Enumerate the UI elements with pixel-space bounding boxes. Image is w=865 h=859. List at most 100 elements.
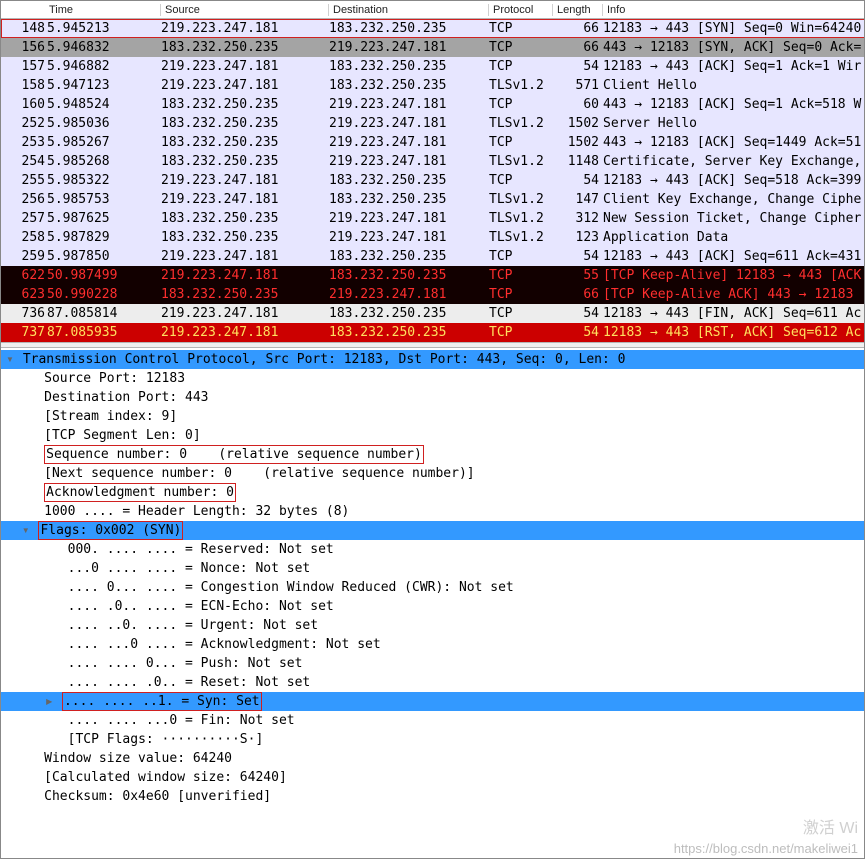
field-hdrlen[interactable]: 1000 .... = Header Length: 32 bytes (8) bbox=[1, 502, 865, 521]
cell-time: 5.945213 bbox=[47, 19, 161, 38]
flag-ack[interactable]: .... ...0 .... = Acknowledgment: Not set bbox=[1, 635, 865, 654]
packet-row[interactable]: 73687.085814219.223.247.181183.232.250.2… bbox=[1, 304, 865, 323]
col-len[interactable]: Length bbox=[553, 4, 603, 16]
flag-syn[interactable]: .... .... ..1. = Syn: Set bbox=[1, 692, 865, 711]
col-proto[interactable]: Protocol bbox=[489, 4, 553, 16]
cell-no: 622 bbox=[13, 266, 47, 285]
cell-time: 5.985267 bbox=[47, 133, 161, 152]
cell-no: 623 bbox=[13, 285, 47, 304]
col-source[interactable]: Source bbox=[161, 4, 329, 16]
cell-info: 12183 → 443 [ACK] Seq=611 Ack=431 bbox=[603, 247, 865, 266]
field-calcwin[interactable]: [Calculated window size: 64240] bbox=[1, 768, 865, 787]
col-info[interactable]: Info bbox=[603, 4, 865, 16]
packet-row[interactable]: 1485.945213219.223.247.181183.232.250.23… bbox=[1, 19, 865, 38]
cell-protocol: TCP bbox=[489, 266, 553, 285]
field-checksum[interactable]: Checksum: 0x4e60 [unverified] bbox=[1, 787, 865, 806]
packet-row[interactable]: 2595.987850219.223.247.181183.232.250.23… bbox=[1, 247, 865, 266]
cell-length: 55 bbox=[553, 266, 603, 285]
cell-destination: 219.223.247.181 bbox=[329, 285, 489, 304]
cell-info: Server Hello bbox=[603, 114, 865, 133]
cell-source: 183.232.250.235 bbox=[161, 114, 329, 133]
flags-root[interactable]: Flags: 0x002 (SYN) bbox=[1, 521, 865, 540]
cell-destination: 183.232.250.235 bbox=[329, 57, 489, 76]
packet-row[interactable]: 2565.985753219.223.247.181183.232.250.23… bbox=[1, 190, 865, 209]
cell-info: Certificate, Server Key Exchange, bbox=[603, 152, 865, 171]
packet-row[interactable]: 2575.987625183.232.250.235219.223.247.18… bbox=[1, 209, 865, 228]
cell-protocol: TLSv1.2 bbox=[489, 76, 553, 95]
cell-destination: 219.223.247.181 bbox=[329, 133, 489, 152]
cell-no: 258 bbox=[13, 228, 47, 247]
packet-list-header[interactable]: Time Source Destination Protocol Length … bbox=[1, 1, 865, 19]
packet-row[interactable]: 2585.987829183.232.250.235219.223.247.18… bbox=[1, 228, 865, 247]
cell-source: 219.223.247.181 bbox=[161, 171, 329, 190]
flag-ecn[interactable]: .... .0.. .... = ECN-Echo: Not set bbox=[1, 597, 865, 616]
cell-length: 54 bbox=[553, 304, 603, 323]
packet-row[interactable]: 2525.985036183.232.250.235219.223.247.18… bbox=[1, 114, 865, 133]
cell-info: 443 → 12183 [SYN, ACK] Seq=0 Ack= bbox=[603, 38, 865, 57]
flag-cwr[interactable]: .... 0... .... = Congestion Window Reduc… bbox=[1, 578, 865, 597]
cell-info: 12183 → 443 [SYN] Seq=0 Win=64240 bbox=[603, 19, 865, 38]
cell-destination: 219.223.247.181 bbox=[329, 114, 489, 133]
packet-row[interactable]: 2535.985267183.232.250.235219.223.247.18… bbox=[1, 133, 865, 152]
packet-row[interactable]: 62250.987499219.223.247.181183.232.250.2… bbox=[1, 266, 865, 285]
flag-fin[interactable]: .... .... ...0 = Fin: Not set bbox=[1, 711, 865, 730]
packet-row[interactable]: 1585.947123219.223.247.181183.232.250.23… bbox=[1, 76, 865, 95]
cell-time: 5.985322 bbox=[47, 171, 161, 190]
cell-time: 50.990228 bbox=[47, 285, 161, 304]
packet-row[interactable]: 2555.985322219.223.247.181183.232.250.23… bbox=[1, 171, 865, 190]
cell-info: 12183 → 443 [FIN, ACK] Seq=611 Ac bbox=[603, 304, 865, 323]
cell-protocol: TCP bbox=[489, 171, 553, 190]
field-ack[interactable]: Acknowledgment number: 0 bbox=[1, 483, 865, 502]
chevron-down-icon[interactable] bbox=[5, 350, 15, 369]
field-dstport[interactable]: Destination Port: 443 bbox=[1, 388, 865, 407]
col-dest[interactable]: Destination bbox=[329, 4, 489, 16]
flag-nonce[interactable]: ...0 .... .... = Nonce: Not set bbox=[1, 559, 865, 578]
cell-destination: 183.232.250.235 bbox=[329, 76, 489, 95]
packet-row[interactable]: 1575.946882219.223.247.181183.232.250.23… bbox=[1, 57, 865, 76]
flag-rst[interactable]: .... .... .0.. = Reset: Not set bbox=[1, 673, 865, 692]
cell-no: 157 bbox=[13, 57, 47, 76]
cell-destination: 183.232.250.235 bbox=[329, 171, 489, 190]
cell-protocol: TCP bbox=[489, 57, 553, 76]
cell-destination: 183.232.250.235 bbox=[329, 266, 489, 285]
cell-time: 5.985268 bbox=[47, 152, 161, 171]
col-time[interactable]: Time bbox=[45, 4, 161, 16]
cell-length: 1148 bbox=[553, 152, 603, 171]
chevron-right-icon[interactable] bbox=[44, 692, 54, 711]
cell-time: 87.085814 bbox=[47, 304, 161, 323]
packet-row[interactable]: 1605.948524183.232.250.235219.223.247.18… bbox=[1, 95, 865, 114]
cell-source: 183.232.250.235 bbox=[161, 95, 329, 114]
cell-length: 312 bbox=[553, 209, 603, 228]
flag-string[interactable]: [TCP Flags: ··········S·] bbox=[1, 730, 865, 749]
cell-time: 87.085935 bbox=[47, 323, 161, 342]
packet-detail-pane[interactable]: Transmission Control Protocol, Src Port:… bbox=[1, 348, 865, 810]
flag-psh[interactable]: .... .... 0... = Push: Not set bbox=[1, 654, 865, 673]
field-nextseq[interactable]: [Next sequence number: 0 (relative seque… bbox=[1, 464, 865, 483]
field-winsize[interactable]: Window size value: 64240 bbox=[1, 749, 865, 768]
cell-time: 5.987625 bbox=[47, 209, 161, 228]
cell-destination: 219.223.247.181 bbox=[329, 38, 489, 57]
cell-destination: 219.223.247.181 bbox=[329, 95, 489, 114]
packet-row[interactable]: 2545.985268183.232.250.235219.223.247.18… bbox=[1, 152, 865, 171]
cell-info: 443 → 12183 [ACK] Seq=1449 Ack=51 bbox=[603, 133, 865, 152]
cell-no: 255 bbox=[13, 171, 47, 190]
field-stream[interactable]: [Stream index: 9] bbox=[1, 407, 865, 426]
cell-source: 183.232.250.235 bbox=[161, 133, 329, 152]
field-seq[interactable]: Sequence number: 0 (relative sequence nu… bbox=[1, 445, 865, 464]
field-srcport[interactable]: Source Port: 12183 bbox=[1, 369, 865, 388]
cell-info: Client Key Exchange, Change Ciphe bbox=[603, 190, 865, 209]
packet-row[interactable]: 62350.990228183.232.250.235219.223.247.1… bbox=[1, 285, 865, 304]
flag-urg[interactable]: .... ..0. .... = Urgent: Not set bbox=[1, 616, 865, 635]
cell-info: 443 → 12183 [ACK] Seq=1 Ack=518 W bbox=[603, 95, 865, 114]
cell-source: 183.232.250.235 bbox=[161, 38, 329, 57]
cell-info: 12183 → 443 [ACK] Seq=1 Ack=1 Wir bbox=[603, 57, 865, 76]
chevron-down-icon[interactable] bbox=[21, 521, 31, 540]
packet-list-pane[interactable]: Time Source Destination Protocol Length … bbox=[1, 1, 865, 342]
tcp-root[interactable]: Transmission Control Protocol, Src Port:… bbox=[1, 350, 865, 369]
cell-length: 1502 bbox=[553, 114, 603, 133]
cell-source: 183.232.250.235 bbox=[161, 152, 329, 171]
flag-reserved[interactable]: 000. .... .... = Reserved: Not set bbox=[1, 540, 865, 559]
packet-row[interactable]: 1565.946832183.232.250.235219.223.247.18… bbox=[1, 38, 865, 57]
packet-row[interactable]: 73787.085935219.223.247.181183.232.250.2… bbox=[1, 323, 865, 342]
field-seglen[interactable]: [TCP Segment Len: 0] bbox=[1, 426, 865, 445]
